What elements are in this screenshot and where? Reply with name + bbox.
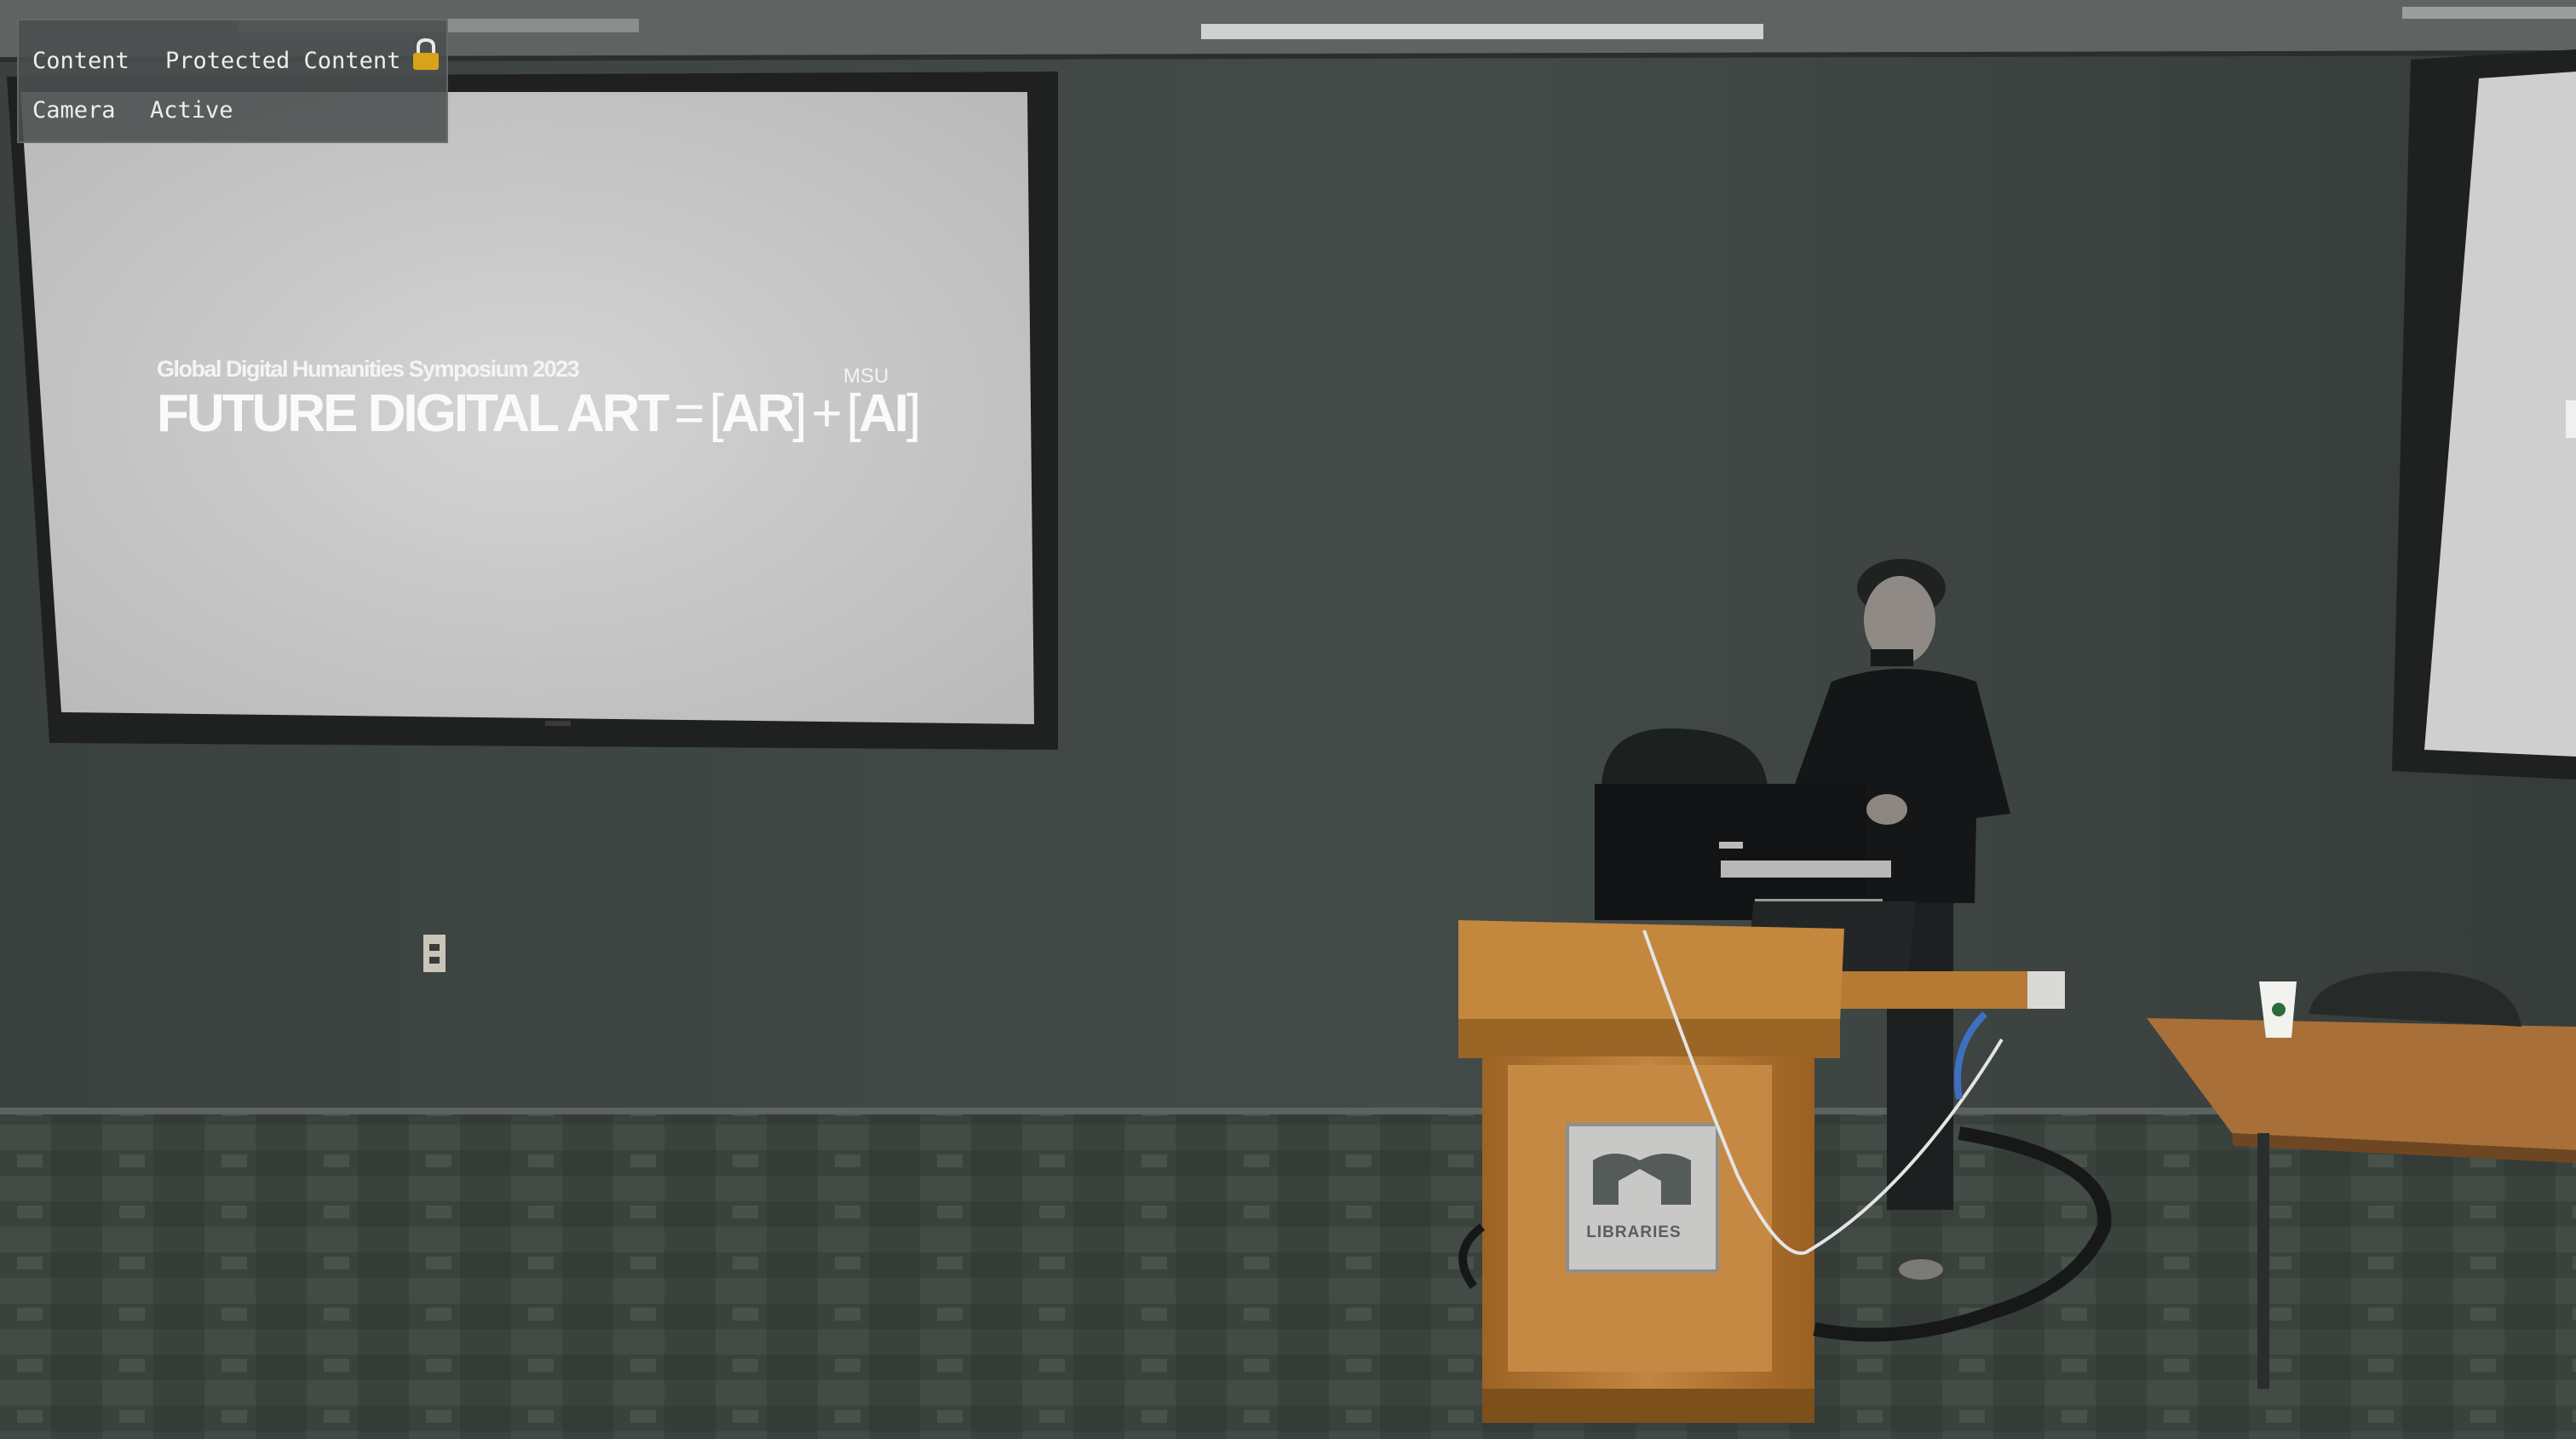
slide-term-a: AR: [721, 384, 796, 443]
podium-plaque-label: LIBRARIES: [1586, 1223, 1682, 1241]
slide-equals: =: [674, 384, 704, 443]
slide-subtitle: Global Digital Humanities Symposium 2023: [157, 356, 580, 382]
slide-plus: +: [811, 384, 842, 443]
monitor: [1595, 784, 1891, 920]
slide-bracket: [: [709, 384, 723, 443]
slide-title-main: FUTURE DIGITAL ART: [157, 384, 670, 443]
wall-outlet: [423, 935, 446, 972]
lock-icon: [413, 37, 439, 70]
status-overlay: Content Protected Content Camera Active: [17, 19, 448, 143]
slide-bracket: [: [846, 384, 861, 443]
carpet-floor: [0, 1112, 2576, 1439]
slide-term-b: AI: [858, 384, 909, 443]
content-label: Content: [32, 48, 129, 74]
lecture-room-scene: [0, 0, 2576, 1439]
slide-bracket: ]: [792, 384, 807, 443]
slide-title: FUTURE DIGITAL ART = [AR] + [AI]: [157, 383, 921, 444]
camera-value: Active: [150, 97, 233, 124]
right-projection-screen: [2392, 49, 2576, 780]
camera-label: Camera: [32, 97, 116, 124]
ceiling-light: [1201, 24, 1763, 39]
slide-bracket: ]: [906, 384, 921, 443]
content-value: Protected Content: [165, 48, 401, 74]
